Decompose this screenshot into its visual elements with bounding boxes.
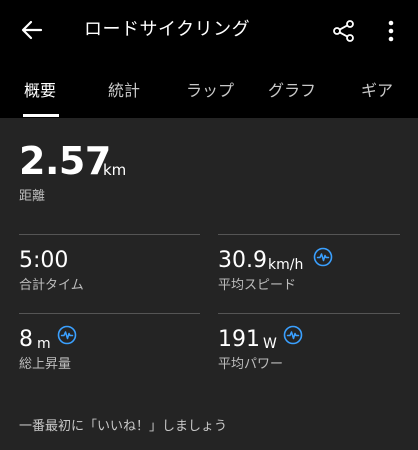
chart-pulse-icon[interactable] — [57, 325, 77, 345]
avg-power-value: 191 — [218, 327, 260, 352]
tab-gear[interactable]: ギア — [361, 80, 393, 102]
avg-speed-value: 30.9 — [218, 248, 267, 273]
tab-stats[interactable]: 統計 — [108, 80, 140, 102]
tab-graphs[interactable]: グラフ — [268, 80, 316, 102]
total-time-value: 5:00 — [19, 248, 69, 273]
total-ascent-value: 8 — [19, 327, 33, 352]
total-ascent-label: 総上昇量 — [19, 357, 72, 372]
avg-speed-label: 平均スピード — [218, 278, 297, 293]
page-title: ロードサイクリング — [84, 19, 251, 40]
total-ascent-unit: m — [37, 336, 51, 352]
active-tab-indicator — [23, 114, 59, 117]
more-vertical-icon — [388, 20, 394, 42]
tab-bar: 概要 統計 ラップ グラフ ギア — [0, 74, 418, 118]
avg-speed-unit: km/h — [268, 257, 304, 273]
divider — [218, 234, 400, 235]
back-button[interactable] — [18, 16, 46, 44]
distance-label: 距離 — [19, 189, 46, 204]
more-options-button[interactable] — [382, 17, 400, 45]
chart-pulse-icon[interactable] — [283, 325, 303, 345]
avg-power-unit: W — [263, 336, 277, 352]
share-icon — [333, 20, 354, 42]
tab-laps[interactable]: ラップ — [186, 80, 234, 102]
tab-overview[interactable]: 概要 — [24, 80, 56, 102]
divider — [218, 313, 400, 314]
like-prompt[interactable]: 一番最初に「いいね！」しましょう — [19, 418, 227, 436]
total-time-label: 合計タイム — [19, 278, 84, 293]
distance-value: 2.57 — [19, 139, 111, 183]
share-button[interactable] — [331, 17, 357, 45]
chart-pulse-icon[interactable] — [313, 247, 333, 267]
distance-unit: km — [103, 161, 127, 179]
divider — [19, 234, 200, 235]
divider — [19, 313, 200, 314]
avg-power-label: 平均パワー — [218, 357, 284, 372]
arrow-left-icon — [21, 20, 43, 40]
